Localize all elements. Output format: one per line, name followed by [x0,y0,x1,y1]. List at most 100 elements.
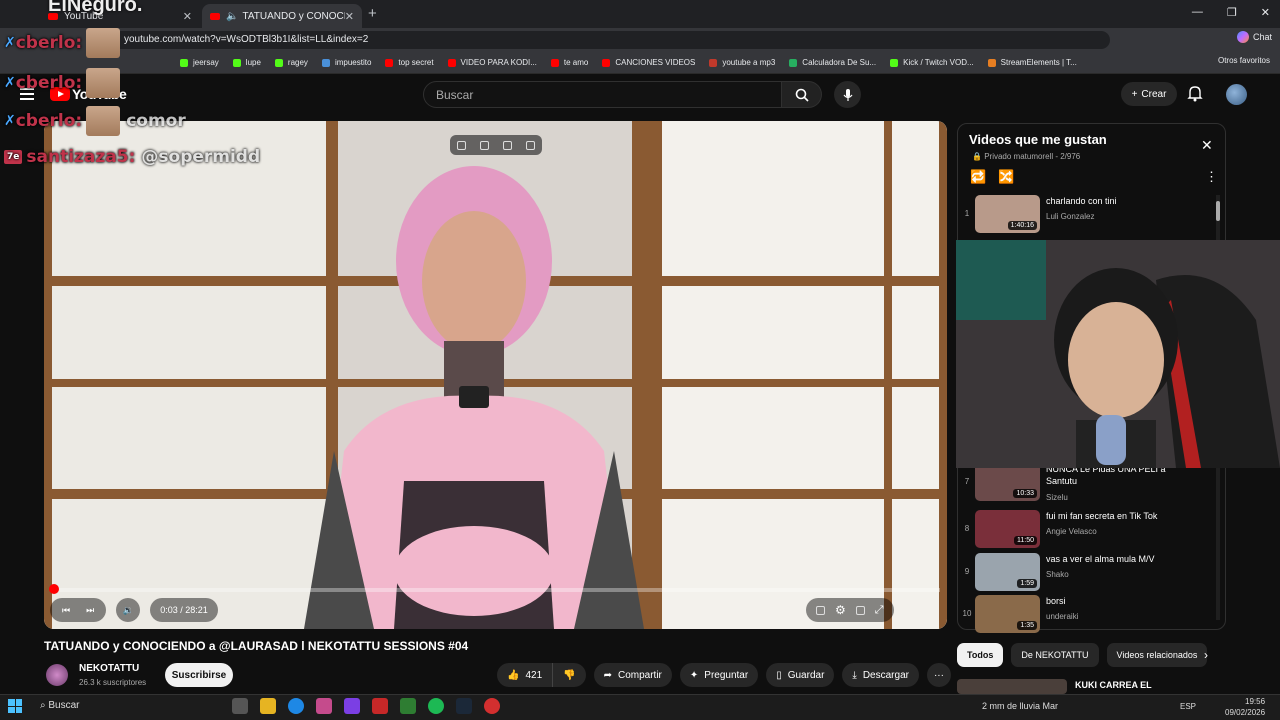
bookmark-item[interactable]: te amo [550,58,588,67]
bookmark-item[interactable]: top secret [385,58,434,67]
speaker-icon: 🔈 [226,10,239,22]
close-window-icon[interactable]: ✕ [1261,6,1270,19]
subtitles-icon[interactable] [816,605,825,615]
bookmark-item[interactable]: CANCIONES VIDEOS [602,58,695,67]
taskbar-apps [232,698,500,714]
playlist-item-title: charlando con tini [1046,196,1117,206]
channel-name[interactable]: NEKOTATTU [79,663,139,674]
file-explorer-icon[interactable] [260,698,276,714]
steam-icon[interactable] [456,698,472,714]
channel-avatar[interactable] [46,664,68,686]
loop-icon[interactable]: 🔁 [970,169,986,185]
close-tab-icon[interactable]: ✕ [183,10,192,23]
translate-icon[interactable] [526,140,535,150]
canva-icon[interactable] [344,698,360,714]
opera-icon[interactable] [316,698,332,714]
bookmark-item[interactable]: ragey [274,58,308,67]
edge-icon[interactable] [288,698,304,714]
playlist-scrollbar-thumb[interactable] [1216,201,1220,221]
playlist-item-channel: Sizelu [1046,493,1068,502]
notifications-button[interactable] [1187,85,1203,107]
subscriber-count: 26.3 k suscriptores [79,678,147,687]
more-actions-button[interactable]: ··· [926,663,951,687]
download-button[interactable]: ⤓ Descargar [842,663,919,687]
minimize-icon[interactable]: — [1192,6,1203,19]
miniplayer-icon[interactable] [855,605,865,615]
volume-button[interactable]: 🔉 [116,598,141,622]
progress-track[interactable] [50,588,940,592]
create-button[interactable]: + Crear [1121,82,1177,106]
bookmark-item[interactable]: impuestito [321,58,371,67]
notes-icon[interactable] [503,140,512,150]
like-button[interactable]: 👍 421 [497,663,554,687]
save-button[interactable]: ▯ Guardar [766,663,835,687]
emote [86,106,121,136]
other-bookmarks[interactable]: Otros favoritos [1218,56,1270,65]
player-left-controls: ⏮ ⏭ 🔉 0:03 / 28:21 [50,598,218,622]
playlist-item[interactable]: 8 11:50 fui mi fan secreta en Tik Tok An… [962,510,1222,550]
webcam-overlay [956,240,1280,468]
settings-icon[interactable]: ⚙ [835,603,846,617]
account-avatar[interactable] [1226,84,1247,105]
taskbar-search[interactable]: ⌕ Buscar [40,700,80,711]
chat-message: ✗ cberlo: [4,68,121,98]
subscribe-button[interactable]: Suscribirse [165,663,233,687]
weather-widget[interactable]: 2 mm de lluvia Mar [982,701,1058,711]
badge-icon: 7e [4,150,23,164]
playlist-item-channel: Luli Gonzalez [1046,212,1095,221]
url-field[interactable]: youtube.com/watch?v=WsODTBl3b1I&list=LL&… [110,31,1110,49]
spotify-icon[interactable] [428,698,444,714]
playlist-more-icon[interactable]: ⋮ [1205,169,1218,185]
kick-icon[interactable] [400,698,416,714]
video-player[interactable] [44,121,947,629]
screenshot-icon[interactable] [480,140,489,150]
screen: YouTube✕ 🔈TATUANDO y CONOCIENDO✕ + — ❐ ✕… [0,0,1280,720]
bookmark-item[interactable]: VIDEO PARA KODI... [447,58,537,67]
share-button[interactable]: ➦ Compartir [593,663,672,687]
close-tab-icon[interactable]: ✕ [345,10,354,23]
chat-button[interactable]: Chat [1236,31,1272,43]
video-editor-icon[interactable] [372,698,388,714]
more-icon: ··· [933,669,944,681]
shuffle-icon[interactable]: 🔀 [998,169,1014,185]
task-view-icon[interactable] [232,698,248,714]
search-button[interactable] [782,81,822,108]
obs-icon[interactable] [484,698,500,714]
chip-channel[interactable]: De NEKOTATTU [1011,643,1099,667]
playlist-title[interactable]: Videos que me gustan [969,132,1107,147]
chevron-right-icon[interactable]: › [1204,648,1208,662]
maximize-icon[interactable]: ❐ [1227,6,1237,19]
next-recommendation[interactable]: KUKI CARREA EL [957,679,1227,694]
voice-search-button[interactable] [834,81,861,108]
bookmark-item[interactable]: jeersay [180,58,219,67]
youtube-favicon-icon [210,12,220,20]
playlist-item[interactable]: 7 10:33 NUNCA Le Pidas UNA PELI a Santut… [962,463,1222,503]
chip-all[interactable]: Todos [957,643,1004,667]
playlist-item[interactable]: 10 1:35 borsi underaiki [962,595,1222,635]
playlist-item[interactable]: 1 1:40:16 charlando con tini Luli Gonzal… [962,195,1222,235]
dislike-button[interactable]: 👎 [553,663,586,687]
bookmark-item[interactable]: StreamElements | T... [987,58,1077,67]
bookmark-item[interactable]: Calculadora De Su... [789,58,876,67]
ask-button[interactable]: ✦ Preguntar [679,663,759,687]
playlist-item[interactable]: 9 1:59 vas a ver el alma mula M/V Shako [962,553,1222,593]
fullscreen-icon[interactable]: ⤢ [875,604,884,617]
bookmark-item[interactable]: Kick / Twitch VOD... [890,58,974,67]
previous-icon[interactable]: ⏮ [62,605,70,616]
close-icon[interactable]: ✕ [1201,137,1213,154]
playlist-meta: 🔒 Privado matumorell - 2/976 [972,152,1081,161]
sparkle-icon: ✦ [689,669,699,681]
bookmark-item[interactable]: lupe [232,58,261,67]
chip-related[interactable]: Videos relacionados [1106,643,1208,667]
video-frame-person [304,166,644,629]
language-indicator[interactable]: ESP [1180,702,1196,711]
pip-icon[interactable] [457,140,466,150]
clock[interactable]: 19:56 09/02/2026 [1225,696,1265,718]
windows-start-icon[interactable] [8,699,22,713]
next-icon[interactable]: ⏭ [86,605,94,616]
thumbnail: 10:33 [975,463,1040,501]
tab-active-video[interactable]: 🔈TATUANDO y CONOCIENDO✕ [202,4,362,28]
bookmark-item[interactable]: youtube a mp3 [709,58,775,67]
search-input[interactable]: Buscar [423,81,782,108]
new-tab-button[interactable]: + [368,5,377,22]
